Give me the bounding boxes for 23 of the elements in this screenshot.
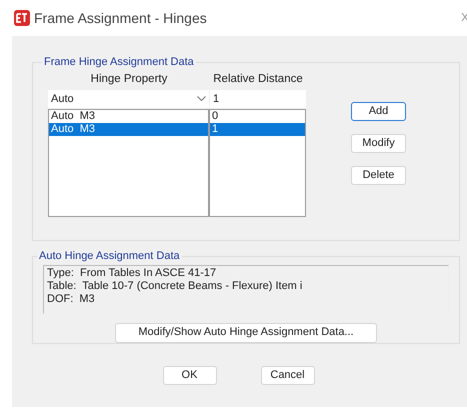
detail-line: DOF: M3 [47, 292, 96, 306]
column-header: Hinge Property [90, 72, 168, 86]
group-title: Auto Hinge Assignment Data [38, 249, 181, 264]
relative-distance-field[interactable]: 1 [210, 90, 306, 108]
list-item[interactable]: 0 [210, 110, 305, 123]
hinge-property-dropdown[interactable]: Auto [48, 90, 209, 108]
group-title: Frame Hinge Assignment Data [43, 55, 195, 70]
dialog-button[interactable]: Cancel [260, 366, 314, 385]
action-button[interactable]: Add [351, 102, 406, 120]
action-button[interactable]: Delete [351, 166, 406, 184]
chevron-down-icon [197, 96, 206, 102]
modify-show-button[interactable]: Modify/Show Auto Hinge Assignment Data... [115, 322, 377, 342]
action-button[interactable]: Modify [351, 134, 406, 152]
list-item[interactable]: Auto M3 [49, 110, 208, 123]
app-logo-icon [14, 10, 30, 26]
window-title: Frame Assignment - Hinges [34, 8, 207, 28]
list-item[interactable]: 1 [210, 122, 305, 136]
column-header: Relative Distance [212, 72, 304, 86]
list-item[interactable]: Auto M3 [49, 122, 208, 136]
close-icon[interactable] [461, 12, 467, 22]
detail-line: Type: From Tables In ASCE 41-17 [47, 266, 218, 280]
dialog-button[interactable]: OK [162, 366, 216, 385]
detail-line: Table: Table 10-7 (Concrete Beams - Flexure) Item i [47, 280, 304, 292]
